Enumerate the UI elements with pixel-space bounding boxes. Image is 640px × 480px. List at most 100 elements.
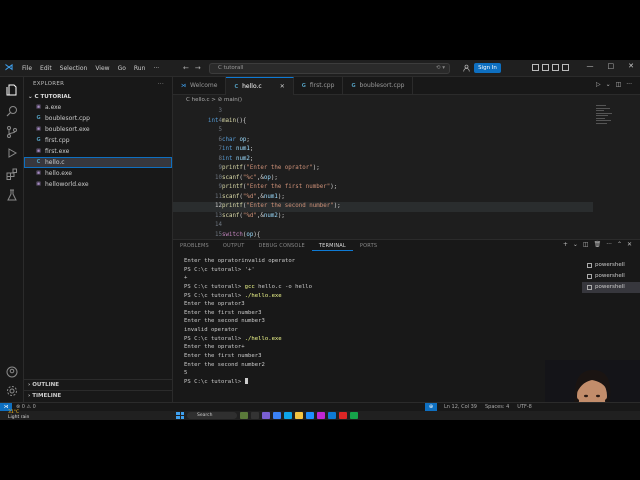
toggle-secondary-sidebar-icon[interactable] bbox=[552, 64, 559, 71]
new-terminal-icon[interactable]: + bbox=[563, 241, 568, 248]
widget-app-icon[interactable] bbox=[240, 412, 248, 419]
split-editor-icon[interactable]: ◫ bbox=[616, 81, 622, 88]
code-line[interactable]: 11 scanf("%d",&num1); bbox=[173, 193, 593, 203]
file-explorer-icon[interactable] bbox=[295, 412, 303, 419]
kill-terminal-icon[interactable]: 🗑 bbox=[594, 241, 602, 248]
terminal-instance[interactable]: powershell bbox=[582, 260, 640, 271]
more-actions-icon[interactable]: ··· bbox=[158, 77, 164, 92]
code-line[interactable]: 13 scanf("%d",&num2); bbox=[173, 212, 593, 222]
search-icon[interactable] bbox=[6, 105, 18, 117]
run-options-icon[interactable]: ⌄ bbox=[606, 81, 611, 88]
teams-icon[interactable] bbox=[262, 412, 270, 419]
encoding[interactable]: UTF-8 bbox=[517, 403, 532, 411]
zoom-icon[interactable]: ⊕ bbox=[425, 403, 437, 411]
minimize-icon[interactable]: — bbox=[587, 62, 594, 70]
task-view-icon[interactable] bbox=[251, 412, 259, 419]
code-line[interactable]: 4 int main(){ bbox=[173, 117, 593, 127]
tab-boublesort-cpp[interactable]: Gboublesort.cpp bbox=[343, 77, 414, 95]
code-line[interactable]: 12 printf("Enter the second number"); bbox=[173, 202, 593, 212]
menu-view[interactable]: View bbox=[91, 65, 113, 72]
command-center-search[interactable]: C tutorall ⟲ ▾ bbox=[209, 63, 450, 74]
file-item[interactable]: ▣ boublesort.exe bbox=[24, 124, 172, 135]
panel-tab-problems[interactable]: PROBLEMS bbox=[173, 240, 216, 251]
toggle-sidebar-icon[interactable] bbox=[532, 64, 539, 71]
panel-more-icon[interactable]: ··· bbox=[606, 241, 612, 248]
file-item[interactable]: ▣ first.exe bbox=[24, 146, 172, 157]
copilot-taskbar-icon[interactable] bbox=[273, 412, 281, 419]
accounts-icon[interactable] bbox=[6, 366, 18, 378]
split-terminal-icon[interactable]: ◫ bbox=[583, 241, 589, 248]
code-line[interactable]: 15 switch(op){ bbox=[173, 231, 593, 240]
tab-first-cpp[interactable]: Gfirst.cpp bbox=[294, 77, 344, 95]
cursor-position[interactable]: Ln 12, Col 39 bbox=[444, 403, 477, 411]
terminal-output[interactable]: Enter the opratorinvalid operator PS C:\c… bbox=[184, 257, 579, 387]
panel-tab-terminal[interactable]: TERMINAL bbox=[311, 240, 353, 251]
file-item[interactable]: ▣ hello.exe bbox=[24, 168, 172, 179]
nav-arrows[interactable]: ←→ bbox=[183, 64, 207, 72]
vscode-taskbar-icon[interactable] bbox=[328, 412, 336, 419]
windows-start-icon[interactable] bbox=[176, 412, 184, 419]
menu-edit[interactable]: Edit bbox=[36, 65, 56, 72]
panel-tab-output[interactable]: OUTPUT bbox=[216, 240, 252, 251]
code-editor[interactable]: 3 4 int main(){5 6 char op; 7 int num1; 8 int… bbox=[173, 105, 640, 239]
file-item[interactable]: Gboublesort.cpp bbox=[24, 113, 172, 124]
terminal-dropdown-icon[interactable]: ⌄ bbox=[573, 241, 578, 248]
store-icon[interactable] bbox=[306, 412, 314, 419]
toggle-panel-icon[interactable] bbox=[542, 64, 549, 71]
maximize-panel-icon[interactable]: ⌃ bbox=[617, 241, 622, 248]
customize-layout-icon[interactable] bbox=[562, 64, 569, 71]
close-panel-icon[interactable]: ✕ bbox=[627, 241, 632, 248]
menu-more[interactable]: ··· bbox=[149, 65, 163, 72]
sign-in-button[interactable]: Sign In bbox=[474, 63, 501, 73]
run-file-icon[interactable]: ▷ bbox=[596, 81, 601, 88]
outline-section[interactable]: › OUTLINE bbox=[24, 379, 173, 390]
file-item[interactable]: ▣ a.exe bbox=[24, 102, 172, 113]
maximize-icon[interactable]: □ bbox=[608, 62, 615, 70]
code-line[interactable]: 10 scanf("%c",&op); bbox=[173, 174, 593, 184]
panel-tab-ports[interactable]: PORTS bbox=[353, 240, 384, 251]
breadcrumb[interactable]: C hello.c > ⊘ main() bbox=[186, 96, 242, 105]
timeline-section[interactable]: › TIMELINE bbox=[24, 390, 173, 401]
code-line[interactable]: 7 int num1; bbox=[173, 145, 593, 155]
source-control-icon[interactable] bbox=[6, 126, 18, 138]
code-line[interactable]: 14 bbox=[173, 221, 593, 231]
code-line[interactable]: 8 int num2; bbox=[173, 155, 593, 165]
photos-icon[interactable] bbox=[317, 412, 325, 419]
file-item[interactable]: Chello.c bbox=[24, 157, 172, 168]
menu-run[interactable]: Run bbox=[130, 65, 150, 72]
app-icon[interactable] bbox=[339, 412, 347, 419]
minimap[interactable] bbox=[596, 105, 616, 135]
testing-icon[interactable] bbox=[6, 189, 18, 201]
menu-file[interactable]: File bbox=[18, 65, 36, 72]
code-line[interactable]: 3 bbox=[173, 107, 593, 117]
file-item[interactable]: Gfirst.cpp bbox=[24, 135, 172, 146]
settings-gear-icon[interactable] bbox=[6, 385, 18, 397]
forward-arrow-icon[interactable]: → bbox=[195, 64, 207, 72]
edge-icon[interactable] bbox=[284, 412, 292, 419]
code-line[interactable]: 9 printf("Enter the oprator"); bbox=[173, 164, 593, 174]
terminal-instance[interactable]: powershell bbox=[582, 282, 640, 293]
tab-welcome[interactable]: ⋊ Welcome bbox=[173, 77, 227, 95]
close-icon[interactable]: ✕ bbox=[628, 62, 634, 70]
folder-c-tutorial[interactable]: ⌄ C TUTORIAL bbox=[24, 92, 172, 102]
taskbar-search[interactable]: Search bbox=[187, 412, 237, 419]
weather-widget[interactable]: 31°C Light rain bbox=[8, 410, 29, 420]
file-item[interactable]: ▣ helloworld.exe bbox=[24, 179, 172, 190]
panel-tab-debug-console[interactable]: DEBUG CONSOLE bbox=[251, 240, 311, 251]
copilot-icon[interactable]: ⟲ ▾ bbox=[436, 64, 445, 73]
run-debug-icon[interactable] bbox=[6, 147, 18, 159]
explorer-icon[interactable] bbox=[6, 84, 18, 96]
menu-go[interactable]: Go bbox=[114, 65, 130, 72]
indentation[interactable]: Spaces: 4 bbox=[485, 403, 509, 411]
close-tab-icon[interactable]: ✕ bbox=[280, 78, 285, 96]
extensions-icon[interactable] bbox=[6, 168, 18, 180]
account-icon[interactable] bbox=[463, 64, 470, 72]
menu-selection[interactable]: Selection bbox=[56, 65, 92, 72]
editor-more-icon[interactable]: ··· bbox=[626, 81, 632, 88]
chrome-icon[interactable] bbox=[350, 412, 358, 419]
back-arrow-icon[interactable]: ← bbox=[183, 64, 195, 72]
terminal-instance[interactable]: powershell bbox=[582, 271, 640, 282]
code-line[interactable]: 6 char op; bbox=[173, 136, 593, 146]
code-line[interactable]: 9 printf("Enter the first number"); bbox=[173, 183, 593, 193]
code-line[interactable]: 5 bbox=[173, 126, 593, 136]
